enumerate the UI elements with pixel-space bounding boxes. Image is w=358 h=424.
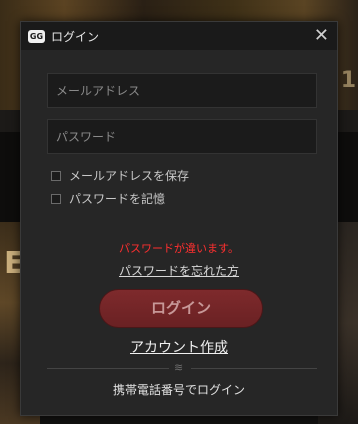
save-email-checkbox[interactable] xyxy=(51,170,61,181)
close-icon[interactable]: ✕ xyxy=(314,26,329,46)
phone-login-link[interactable]: 携帯電話番号でログイン xyxy=(21,381,337,398)
divider-icon: ≋ xyxy=(174,361,184,374)
error-message: パスワードが違います。 xyxy=(119,242,239,255)
remember-password-checkbox[interactable] xyxy=(51,193,61,204)
login-dialog: GG ログイン ✕ メールアドレスを保存 パスワードを記憶 パスワードが違います… xyxy=(20,21,338,416)
divider-right xyxy=(191,368,317,369)
email-field[interactable] xyxy=(47,73,317,108)
login-button[interactable]: ログイン xyxy=(99,289,263,328)
divider-left xyxy=(47,368,169,369)
password-field[interactable] xyxy=(47,119,317,154)
dialog-title: ログイン xyxy=(51,29,100,44)
gg-logo-icon: GG xyxy=(28,29,45,43)
save-email-checkbox-row[interactable]: メールアドレスを保存 xyxy=(51,167,189,184)
background-right-text: 1 xyxy=(340,68,356,93)
remember-password-checkbox-row[interactable]: パスワードを記憶 xyxy=(51,190,165,207)
dialog-titlebar: GG ログイン ✕ xyxy=(21,22,337,50)
create-account-link[interactable]: アカウント作成 xyxy=(21,337,337,357)
remember-password-label: パスワードを記憶 xyxy=(69,192,166,206)
save-email-label: メールアドレスを保存 xyxy=(69,169,190,183)
forgot-password-link[interactable]: パスワードを忘れた方 xyxy=(21,262,337,279)
